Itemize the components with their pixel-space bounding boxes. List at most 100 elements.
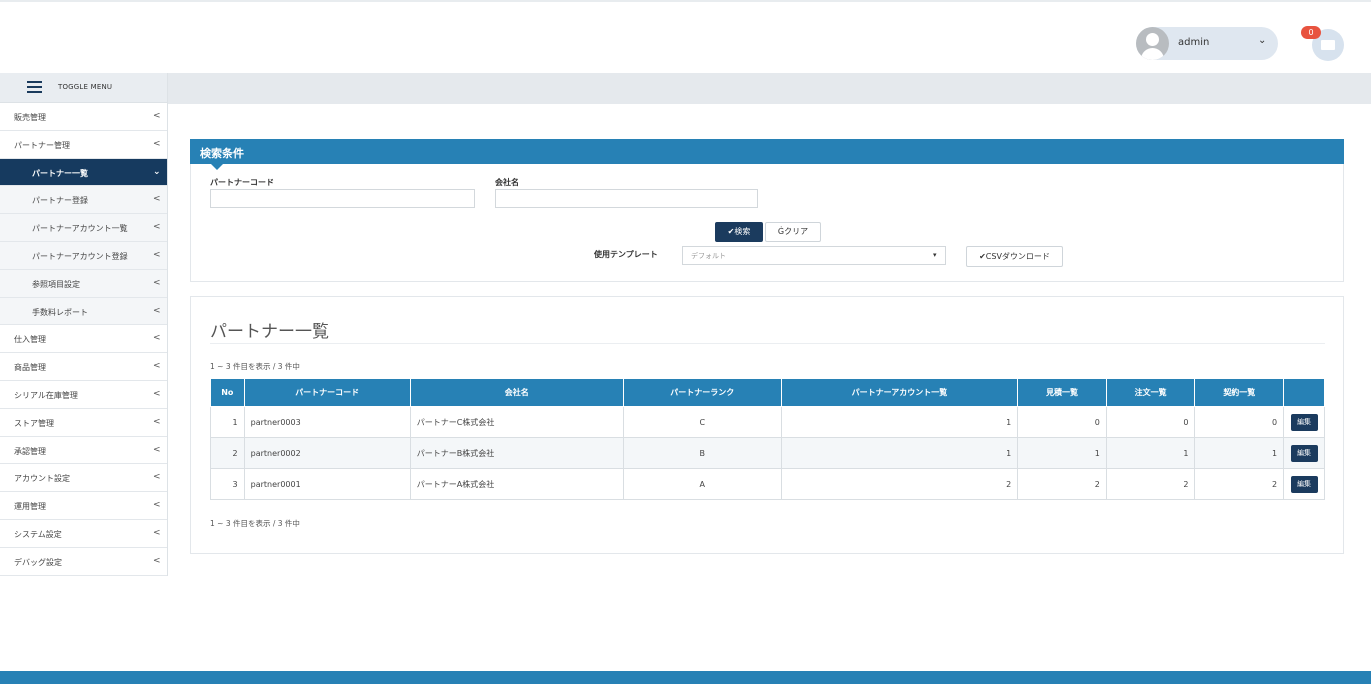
envelope-icon: [1321, 40, 1335, 50]
cell-company: パートナーC株式会社: [409, 406, 624, 438]
sidebar-item-label: 商品管理: [14, 363, 46, 373]
cell-estimates: 1: [1017, 437, 1107, 469]
cell-orders: 2: [1105, 468, 1196, 500]
partner-code-input[interactable]: [210, 189, 475, 208]
cell-code: partner0002: [243, 437, 411, 469]
sidebar: TOGGLE MENU 販売管理 < パートナー管理 < パートナー一覧 ⌄ パートナー登録…: [0, 73, 168, 576]
sidebar-item-label: アカウント設定: [14, 474, 70, 484]
sidebar-item-label: 仕入管理: [14, 335, 46, 345]
cell-estimates: 0: [1017, 406, 1107, 438]
sidebar-item-label: シリアル在庫管理: [14, 390, 78, 400]
sidebar-item[interactable]: パートナー登録 <: [0, 186, 167, 215]
sidebar-item[interactable]: 販売管理 <: [0, 103, 167, 131]
sidebar-item[interactable]: 手数料レポート <: [0, 297, 167, 326]
cell-edit: 編集: [1283, 406, 1325, 438]
template-select-value: デフォルト: [691, 252, 726, 260]
sidebar-item[interactable]: 承認管理 <: [0, 437, 167, 465]
sidebar-item[interactable]: パートナー一覧 ⌄: [0, 158, 167, 187]
toggle-menu-button[interactable]: TOGGLE MENU: [0, 73, 167, 103]
chevron-left-icon: <: [153, 194, 161, 205]
sidebar-item-label: パートナーアカウント一覧: [32, 224, 128, 234]
sidebar-item-label: パートナーアカウント登録: [32, 251, 128, 261]
user-name: admin: [1178, 37, 1210, 48]
sidebar-item-label: 参照項目設定: [32, 279, 80, 289]
sidebar-item[interactable]: アカウント設定 <: [0, 464, 167, 493]
cell-orders: 0: [1105, 406, 1196, 438]
sidebar-item-label: システム設定: [14, 529, 62, 539]
column-header[interactable]: パートナーアカウント一覧: [780, 378, 1019, 407]
result-count-top: 1 ~ 3 件目を表示 / 3 件中: [210, 362, 300, 371]
cell-rank: A: [622, 468, 782, 500]
footer-bar: [0, 671, 1371, 684]
menu-icon: [27, 81, 42, 93]
csv-download-button[interactable]: ✔CSVダウンロード: [966, 246, 1063, 267]
search-panel: 検索条件 パートナーコード 会社名 ✔検索 Ġクリア 使用テンプレート デフォル…: [190, 139, 1344, 282]
breadcrumb-bar: [168, 73, 1371, 104]
sidebar-item[interactable]: パートナーアカウント登録 <: [0, 241, 167, 270]
cell-contracts: 0: [1194, 406, 1285, 438]
sidebar-item-label: 販売管理: [14, 113, 46, 122]
sidebar-item[interactable]: 運用管理 <: [0, 492, 167, 520]
user-menu[interactable]: admin ⌄: [1136, 27, 1278, 60]
chevron-down-icon: ⌄: [1258, 35, 1267, 46]
top-header: admin ⌄ 0: [0, 0, 1371, 73]
sidebar-item-label: 運用管理: [14, 502, 46, 512]
cell-accounts[interactable]: 1: [780, 437, 1019, 469]
cell-contracts: 2: [1194, 468, 1285, 500]
sidebar-item[interactable]: システム設定 <: [0, 520, 167, 548]
chevron-left-icon: <: [153, 361, 161, 372]
sidebar-item-label: パートナー一覧: [32, 168, 88, 178]
column-header[interactable]: パートナーコード: [243, 378, 411, 407]
sidebar-item[interactable]: シリアル在庫管理 <: [0, 381, 167, 409]
chevron-left-icon: <: [153, 555, 161, 566]
chevron-left-icon: <: [153, 500, 161, 511]
result-count-bottom: 1 ~ 3 件目を表示 / 3 件中: [210, 519, 300, 528]
sidebar-item-label: 承認管理: [14, 446, 46, 456]
cell-accounts[interactable]: 2: [780, 468, 1019, 500]
column-header[interactable]: パートナーランク: [622, 378, 782, 407]
column-header[interactable]: 契約一覧: [1194, 378, 1285, 407]
chevron-left-icon: <: [153, 333, 161, 344]
template-select[interactable]: デフォルト ▾: [682, 246, 946, 265]
cell-company: パートナーB株式会社: [409, 437, 624, 469]
sidebar-item[interactable]: 参照項目設定 <: [0, 269, 167, 298]
notification-badge: 0: [1301, 26, 1321, 39]
edit-button[interactable]: 編集: [1290, 475, 1318, 493]
chevron-left-icon: <: [153, 444, 161, 455]
edit-button[interactable]: 編集: [1290, 444, 1318, 462]
template-label: 使用テンプレート: [594, 250, 658, 259]
sidebar-item[interactable]: 仕入管理 <: [0, 325, 167, 354]
column-header[interactable]: [1283, 378, 1325, 407]
chevron-left-icon: <: [153, 527, 161, 538]
edit-button[interactable]: 編集: [1290, 413, 1318, 431]
sidebar-item[interactable]: パートナーアカウント一覧 <: [0, 214, 167, 242]
chevron-left-icon: <: [153, 138, 161, 149]
column-header[interactable]: No: [210, 378, 245, 407]
cell-accounts[interactable]: 1: [780, 406, 1019, 438]
caret-down-icon: ▾: [933, 251, 937, 259]
cell-edit: 編集: [1283, 437, 1325, 469]
cell-no: 1: [210, 406, 245, 438]
sidebar-item[interactable]: 商品管理 <: [0, 353, 167, 381]
column-header[interactable]: 会社名: [409, 378, 624, 407]
table-row: 1 partner0003 パートナーC株式会社 C 1 0 0 0 編集: [210, 406, 1325, 438]
cell-rank: B: [622, 437, 782, 469]
partner-code-label: パートナーコード: [210, 178, 274, 187]
chevron-left-icon: <: [153, 222, 161, 233]
sidebar-item[interactable]: デバッグ設定 <: [0, 548, 167, 576]
chevron-left-icon: <: [153, 472, 161, 483]
chevron-left-icon: <: [153, 388, 161, 399]
clear-button[interactable]: Ġクリア: [765, 222, 821, 242]
column-header[interactable]: 注文一覧: [1105, 378, 1196, 407]
column-header[interactable]: 見積一覧: [1017, 378, 1107, 407]
partner-table: No パートナーコード 会社名 パートナーランク パートナーアカウント一覧 見積一覧 注文一…: [210, 378, 1325, 500]
search-panel-title: 検索条件: [200, 147, 244, 160]
toggle-menu-label: TOGGLE MENU: [58, 83, 113, 91]
page-title: パートナー一覧: [210, 322, 329, 342]
sidebar-item[interactable]: ストア管理 <: [0, 409, 167, 437]
company-name-input[interactable]: [495, 189, 758, 208]
chevron-left-icon: <: [153, 249, 161, 260]
avatar: [1136, 27, 1169, 60]
sidebar-item[interactable]: パートナー管理 <: [0, 131, 167, 159]
search-button[interactable]: ✔検索: [715, 222, 763, 242]
